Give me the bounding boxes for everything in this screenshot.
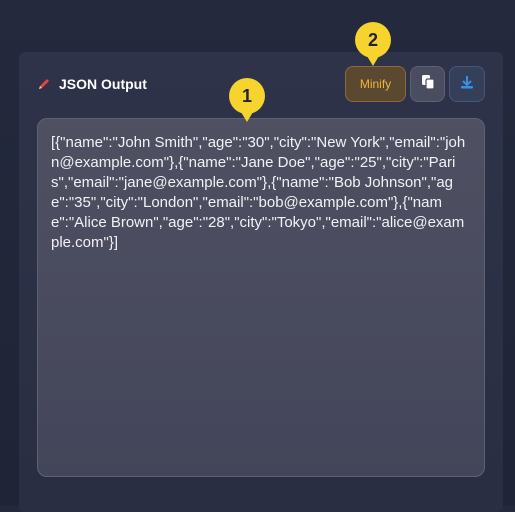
json-output-textarea[interactable]: [{"name":"John Smith","age":"30","city":… <box>37 118 485 477</box>
annotation-marker-1: 1 <box>229 78 265 122</box>
download-icon <box>459 74 475 95</box>
output-title: JSON Output <box>59 76 147 92</box>
download-button[interactable] <box>449 66 485 102</box>
minify-button[interactable]: Minify <box>345 66 406 102</box>
pencil-icon <box>37 77 51 91</box>
copy-icon <box>421 74 435 95</box>
copy-button[interactable] <box>410 66 445 102</box>
marker-2-label: 2 <box>367 29 378 50</box>
output-header: JSON Output <box>37 74 147 94</box>
marker-1-label: 1 <box>241 85 252 106</box>
minify-label: Minify <box>359 77 392 91</box>
annotation-marker-2: 2 <box>355 22 391 66</box>
